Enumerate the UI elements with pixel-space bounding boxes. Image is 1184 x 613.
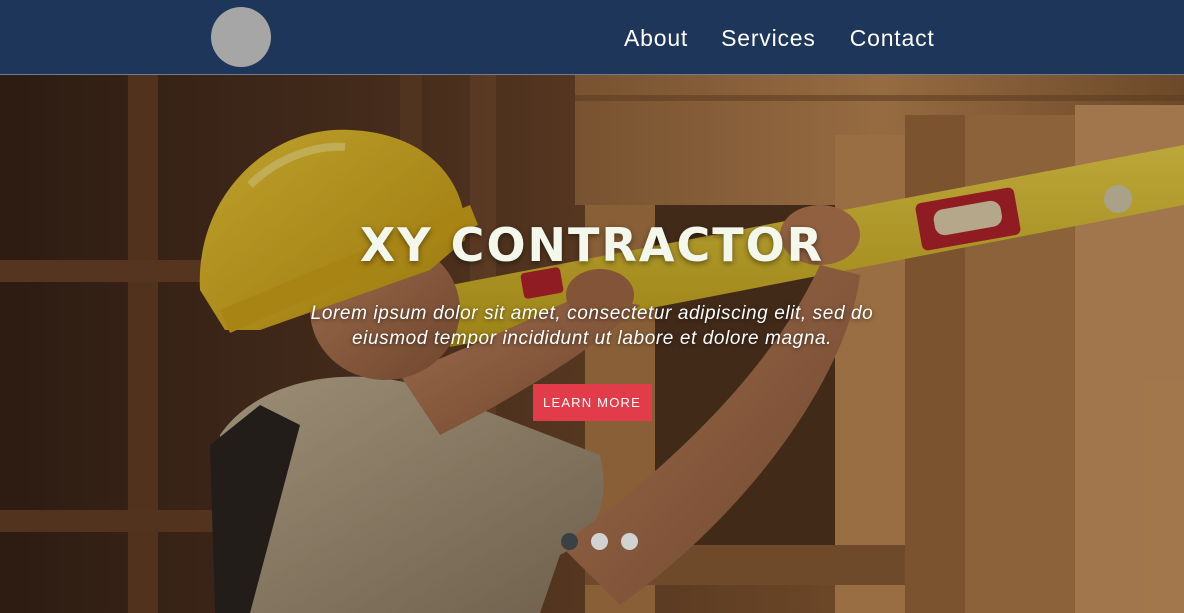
hero-section: XY CONTRACTOR Lorem ipsum dolor sit amet… xyxy=(0,75,1184,613)
hero-title: XY CONTRACTOR xyxy=(359,218,825,272)
main-nav: About Services Contact xyxy=(624,22,935,54)
carousel-dot-2[interactable] xyxy=(591,533,608,550)
logo[interactable] xyxy=(211,7,271,67)
nav-link-services[interactable]: Services xyxy=(721,25,816,52)
carousel-dot-3[interactable] xyxy=(621,533,638,550)
hero-content: XY CONTRACTOR Lorem ipsum dolor sit amet… xyxy=(0,217,1184,421)
nav-link-about[interactable]: About xyxy=(624,25,688,52)
carousel-dots xyxy=(561,533,651,550)
carousel-dot-1[interactable] xyxy=(561,533,578,550)
hero-subtitle: Lorem ipsum dolor sit amet, consectetur … xyxy=(310,303,874,349)
nav-link-contact[interactable]: Contact xyxy=(850,25,935,52)
top-navbar: About Services Contact xyxy=(0,0,1184,75)
learn-more-button[interactable]: LEARN MORE xyxy=(532,384,652,421)
